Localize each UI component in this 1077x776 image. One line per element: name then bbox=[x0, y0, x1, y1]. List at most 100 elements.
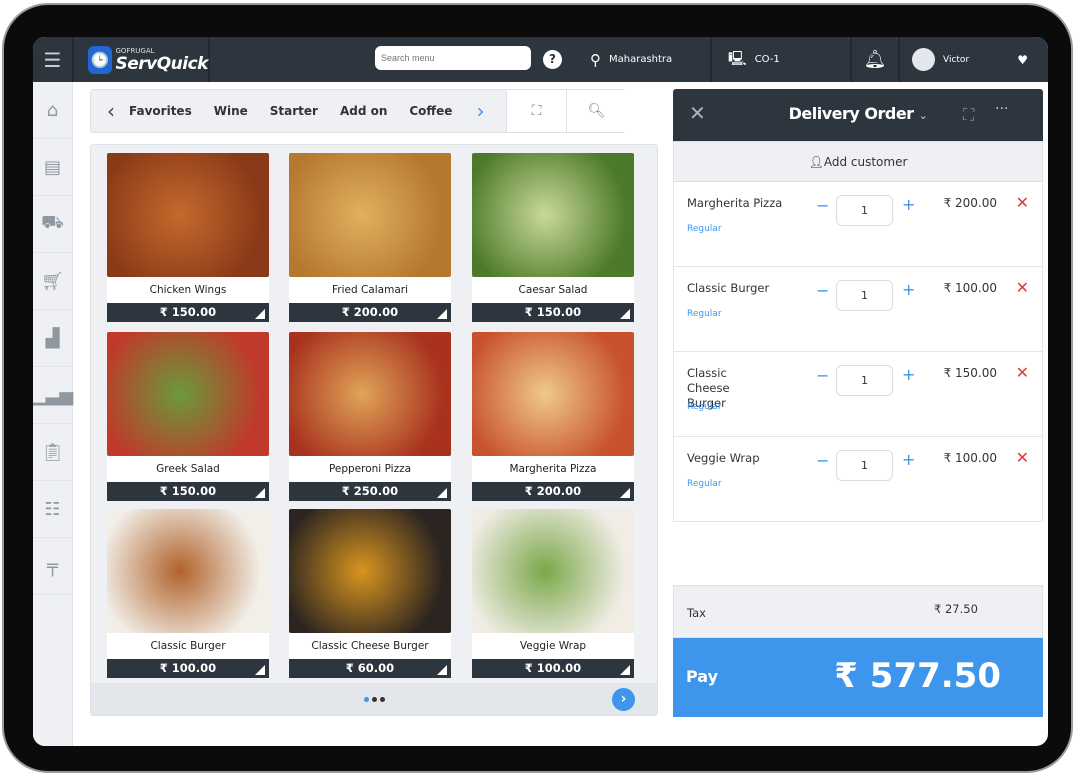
menu-item-card[interactable]: Caesar Salad ₹ 150.00 bbox=[472, 153, 634, 322]
help-icon[interactable]: ? bbox=[543, 50, 562, 69]
order-line-item: Classic Cheese Burger Regular −1 + ₹ 150.00 ✕ bbox=[673, 352, 1043, 437]
increase-qty-button[interactable]: + bbox=[902, 365, 915, 384]
search-icon[interactable]: 🔍︎ bbox=[566, 90, 626, 132]
item-price: ₹ 150.00 bbox=[107, 482, 269, 501]
menu-item-card[interactable]: Greek Salad ₹ 150.00 bbox=[107, 332, 269, 501]
page-dot[interactable] bbox=[363, 696, 369, 702]
increase-qty-button[interactable]: + bbox=[902, 280, 915, 299]
line-price: ₹ 100.00 bbox=[943, 281, 997, 295]
quantity-field[interactable]: 1 bbox=[836, 365, 893, 396]
item-name: Chicken Wings bbox=[107, 277, 269, 303]
hardware-icon[interactable]: ╤ bbox=[33, 538, 72, 595]
total-amount: ₹ 577.50 bbox=[834, 656, 1001, 696]
remove-item-icon[interactable]: ✕ bbox=[1016, 278, 1029, 297]
item-price: ₹ 200.00 bbox=[472, 482, 634, 501]
item-name: Greek Salad bbox=[107, 456, 269, 482]
settings-sliders-icon[interactable]: ☷ bbox=[33, 481, 72, 538]
trolley-icon[interactable]: ⛟ bbox=[33, 196, 72, 253]
remove-item-icon[interactable]: ✕ bbox=[1016, 193, 1029, 212]
increase-qty-button[interactable]: + bbox=[902, 195, 915, 214]
item-name: Caesar Salad bbox=[472, 277, 634, 303]
chevron-right-icon[interactable]: › bbox=[476, 99, 484, 123]
top-bar: ☰ 🕒 GOFRUGALServQuick ? ⚲ Maharashtra 🖳 CO… bbox=[33, 37, 1048, 82]
reports-icon[interactable]: ▁▃▅ bbox=[33, 367, 73, 424]
quantity-field[interactable]: 1 bbox=[836, 195, 893, 226]
order-line-item: Veggie Wrap Regular −1 + ₹ 100.00 ✕ bbox=[673, 437, 1043, 522]
increase-qty-button[interactable]: + bbox=[902, 450, 915, 469]
order-type-dropdown[interactable]: Delivery Order ⌄ bbox=[673, 104, 1043, 123]
logo: 🕒 GOFRUGAL ServQuick bbox=[74, 37, 210, 82]
item-price: ₹ 150.00 bbox=[472, 303, 634, 322]
page-dot[interactable] bbox=[371, 696, 377, 702]
variant-link[interactable]: Regular bbox=[687, 309, 722, 319]
order-line-item: Margherita Pizza Regular −1 + ₹ 200.00 ✕ bbox=[673, 182, 1043, 267]
menu-item-card[interactable]: Classic Cheese Burger ₹ 60.00 bbox=[289, 509, 451, 678]
item-name: Veggie Wrap bbox=[472, 633, 634, 659]
location-selector[interactable]: ⚲ Maharashtra bbox=[580, 37, 712, 82]
pay-button[interactable]: Pay ₹ 577.50 bbox=[673, 638, 1043, 717]
category-coffee[interactable]: Coffee bbox=[409, 104, 452, 118]
order-header: ✕ Delivery Order ⌄ ⛶ ··· bbox=[673, 89, 1043, 141]
category-favorites[interactable]: Favorites bbox=[129, 104, 192, 118]
category-starter[interactable]: Starter bbox=[270, 104, 318, 118]
page-dot[interactable] bbox=[379, 696, 385, 702]
home-icon[interactable]: ⌂ bbox=[33, 82, 72, 139]
variant-link[interactable]: Regular bbox=[687, 479, 722, 489]
bell-icon[interactable]: 🔔︎ bbox=[852, 37, 900, 82]
quantity-field[interactable]: 1 bbox=[836, 450, 893, 481]
location-pin-icon: ⚲ bbox=[590, 50, 601, 69]
app-screen: ☰ 🕒 GOFRUGALServQuick ? ⚲ Maharashtra 🖳 CO… bbox=[33, 37, 1048, 746]
more-icon[interactable]: ··· bbox=[995, 101, 1008, 117]
expand-icon[interactable]: ⛶ bbox=[506, 90, 566, 132]
item-name: Margherita Pizza bbox=[687, 196, 783, 210]
item-price: ₹ 100.00 bbox=[107, 659, 269, 678]
remove-item-icon[interactable]: ✕ bbox=[1016, 448, 1029, 467]
food-image bbox=[107, 509, 269, 633]
category-wine[interactable]: Wine bbox=[214, 104, 248, 118]
decrease-qty-button[interactable]: − bbox=[816, 451, 829, 470]
food-image bbox=[289, 509, 451, 633]
category-add-on[interactable]: Add on bbox=[340, 104, 387, 118]
remove-item-icon[interactable]: ✕ bbox=[1016, 363, 1029, 382]
menu-item-card[interactable]: Pepperoni Pizza ₹ 250.00 bbox=[289, 332, 451, 501]
brand-name: ServQuick bbox=[115, 53, 208, 74]
item-name: Classic Burger bbox=[107, 633, 269, 659]
clock-logo-icon: 🕒 bbox=[88, 45, 113, 74]
counter-selector[interactable]: 🖳 CO-1 bbox=[712, 37, 852, 82]
menu-item-card[interactable]: Fried Calamari ₹ 200.00 bbox=[289, 153, 451, 322]
quantity-field[interactable]: 1 bbox=[836, 280, 893, 311]
tax-label: Tax bbox=[687, 606, 706, 620]
expand-icon[interactable]: ⛶ bbox=[963, 105, 974, 125]
item-price: ₹ 100.00 bbox=[472, 659, 634, 678]
food-image bbox=[472, 509, 634, 633]
menu-grid: › Chicken Wings ₹ 150.00 Fried Calamari ₹ 2… bbox=[90, 144, 658, 716]
clipboard-icon[interactable]: 📋︎ bbox=[33, 424, 72, 481]
decrease-qty-button[interactable]: − bbox=[816, 281, 829, 300]
menu-item-card[interactable]: Classic Burger ₹ 100.00 bbox=[107, 509, 269, 678]
decrease-qty-button[interactable]: − bbox=[816, 366, 829, 385]
inventory-icon[interactable]: ▟ bbox=[33, 310, 72, 367]
user-menu[interactable]: Victor ♥ bbox=[900, 37, 1048, 82]
cart-icon[interactable]: 🛒︎ bbox=[33, 253, 72, 310]
food-image bbox=[472, 153, 634, 277]
item-price: ₹ 60.00 bbox=[289, 659, 451, 678]
food-image bbox=[289, 153, 451, 277]
chevron-down-icon[interactable]: ♥ bbox=[1017, 53, 1028, 67]
add-customer-button[interactable]: 👤︎Add customer bbox=[673, 141, 1043, 182]
decrease-qty-button[interactable]: − bbox=[816, 196, 829, 215]
chevron-left-icon[interactable]: ‹ bbox=[107, 99, 115, 123]
next-page-button[interactable]: › bbox=[612, 688, 635, 711]
menu-item-card[interactable]: Veggie Wrap ₹ 100.00 bbox=[472, 509, 634, 678]
menu-item-card[interactable]: Margherita Pizza ₹ 200.00 bbox=[472, 332, 634, 501]
menu-icon[interactable]: ☰ bbox=[33, 37, 74, 82]
menu-item-card[interactable]: Chicken Wings ₹ 150.00 bbox=[107, 153, 269, 322]
search-input[interactable] bbox=[375, 46, 531, 70]
item-name: Classic Burger bbox=[687, 281, 770, 295]
variant-link[interactable]: Regular bbox=[687, 402, 722, 412]
terminal-icon: 🖳 bbox=[728, 50, 747, 67]
add-customer-label: Add customer bbox=[823, 155, 908, 169]
variant-link[interactable]: Regular bbox=[687, 224, 722, 234]
order-panel: ✕ Delivery Order ⌄ ⛶ ··· 👤︎Add customer … bbox=[673, 89, 1043, 717]
catalog-icon[interactable]: ▤ bbox=[33, 139, 72, 196]
food-image bbox=[107, 332, 269, 456]
